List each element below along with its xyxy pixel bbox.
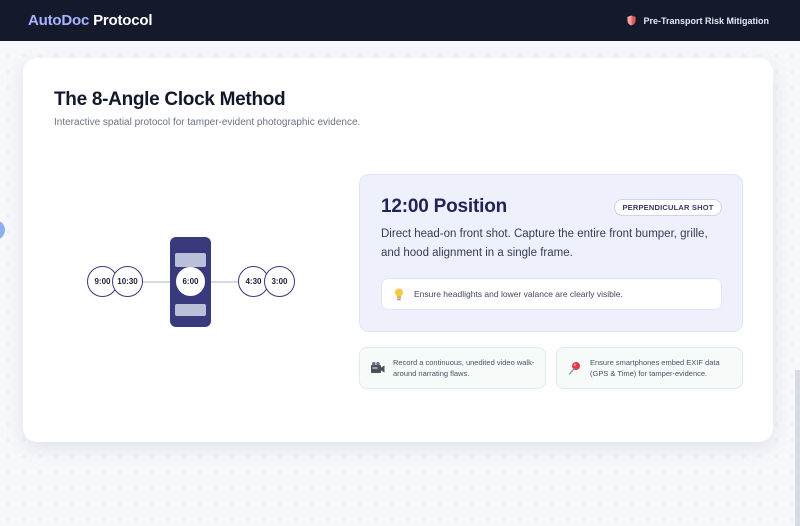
angle-button-10-30[interactable]: 10:30 <box>112 266 143 297</box>
tip-text: Ensure headlights and lower valance are … <box>414 289 623 299</box>
vehicle-rear-window <box>175 304 206 316</box>
app-logo[interactable]: AutoDoc Protocol <box>28 12 153 29</box>
protocol-card: The 8-Angle Clock Method Interactive spa… <box>23 58 773 442</box>
lightbulb-icon <box>395 288 403 300</box>
shot-type-badge: PERPENDICULAR SHOT <box>614 199 722 216</box>
position-description: Direct head-on front shot. Capture the e… <box>381 228 708 259</box>
angle-detail-panel: 12:00 Position PERPENDICULAR SHOT Direct… <box>359 174 743 332</box>
top-navigation-bar: AutoDoc Protocol Pre-Transport Risk Miti… <box>0 0 800 41</box>
position-title: 12:00 Position <box>381 196 508 217</box>
video-camera-icon <box>371 362 385 373</box>
brand-name-part1: AutoDoc <box>28 12 90 29</box>
shield-icon <box>627 15 637 26</box>
video-note-card: Record a continuous, unedited video walk… <box>359 347 546 389</box>
angle-button-6-00[interactable]: 6:00 <box>176 267 205 296</box>
side-panel-toggle[interactable] <box>0 220 5 240</box>
context-label: Pre-Transport Risk Mitigation <box>627 15 769 26</box>
context-label-text: Pre-Transport Risk Mitigation <box>643 15 769 26</box>
exif-note-text: Ensure smartphones embed EXIF data (GPS … <box>590 358 720 378</box>
exif-note-card: Ensure smartphones embed EXIF data (GPS … <box>556 347 743 389</box>
scrollbar[interactable] <box>795 370 800 526</box>
video-note-text: Record a continuous, unedited video walk… <box>393 358 535 378</box>
vehicle-windshield <box>175 253 206 267</box>
page-subtitle: Interactive spatial protocol for tamper-… <box>54 117 361 128</box>
angle-button-3-00[interactable]: 3:00 <box>264 266 295 297</box>
map-pin-icon <box>568 362 580 375</box>
tip-callout: Ensure headlights and lower valance are … <box>381 278 722 310</box>
page-title: The 8-Angle Clock Method <box>54 89 286 110</box>
brand-name-part2: Protocol <box>93 12 153 29</box>
